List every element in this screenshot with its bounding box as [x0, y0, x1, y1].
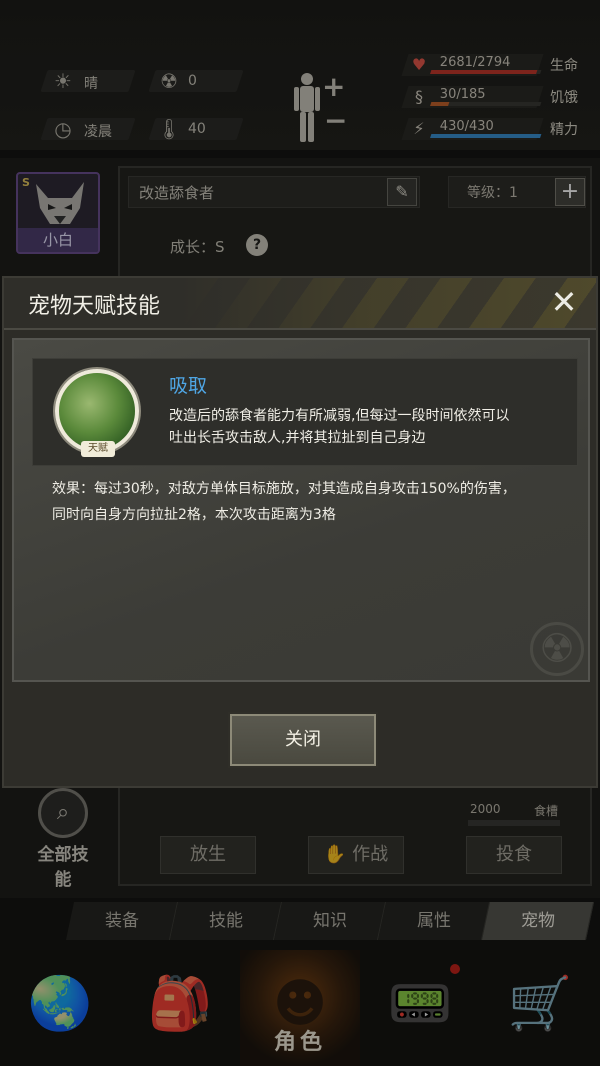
skill-card: 天赋 吸取 改造后的舔食者能力有所减弱,但每过一段时间依然可以 吐出长舌攻击敌人…: [32, 358, 578, 466]
skill-effect: 效果：每过30秒，对敌方单体目标施放，对其造成自身攻击150%的伤害， 同时向自…: [52, 481, 516, 523]
dialog-header: 宠物天赋技能 ✕: [4, 278, 596, 330]
talent-tag: 天赋: [81, 441, 115, 457]
radiation-watermark-icon: [530, 622, 584, 676]
dialog-body: 天赋 吸取 改造后的舔食者能力有所减弱,但每过一段时间依然可以 吐出长舌攻击敌人…: [12, 338, 590, 682]
skill-name: 吸取: [169, 375, 208, 397]
close-icon[interactable]: ✕: [546, 284, 582, 320]
pet-talent-skill-dialog: 宠物天赋技能 ✕ 天赋 吸取 改造后的舔食者能力有所减弱,但每过一段时间依然可以…: [2, 276, 598, 788]
dialog-title: 宠物天赋技能: [28, 294, 161, 319]
close-button[interactable]: 关闭: [230, 714, 376, 766]
skill-description: 改造后的舔食者能力有所减弱,但每过一段时间依然可以 吐出长舌攻击敌人,并将其拉扯…: [169, 408, 510, 446]
